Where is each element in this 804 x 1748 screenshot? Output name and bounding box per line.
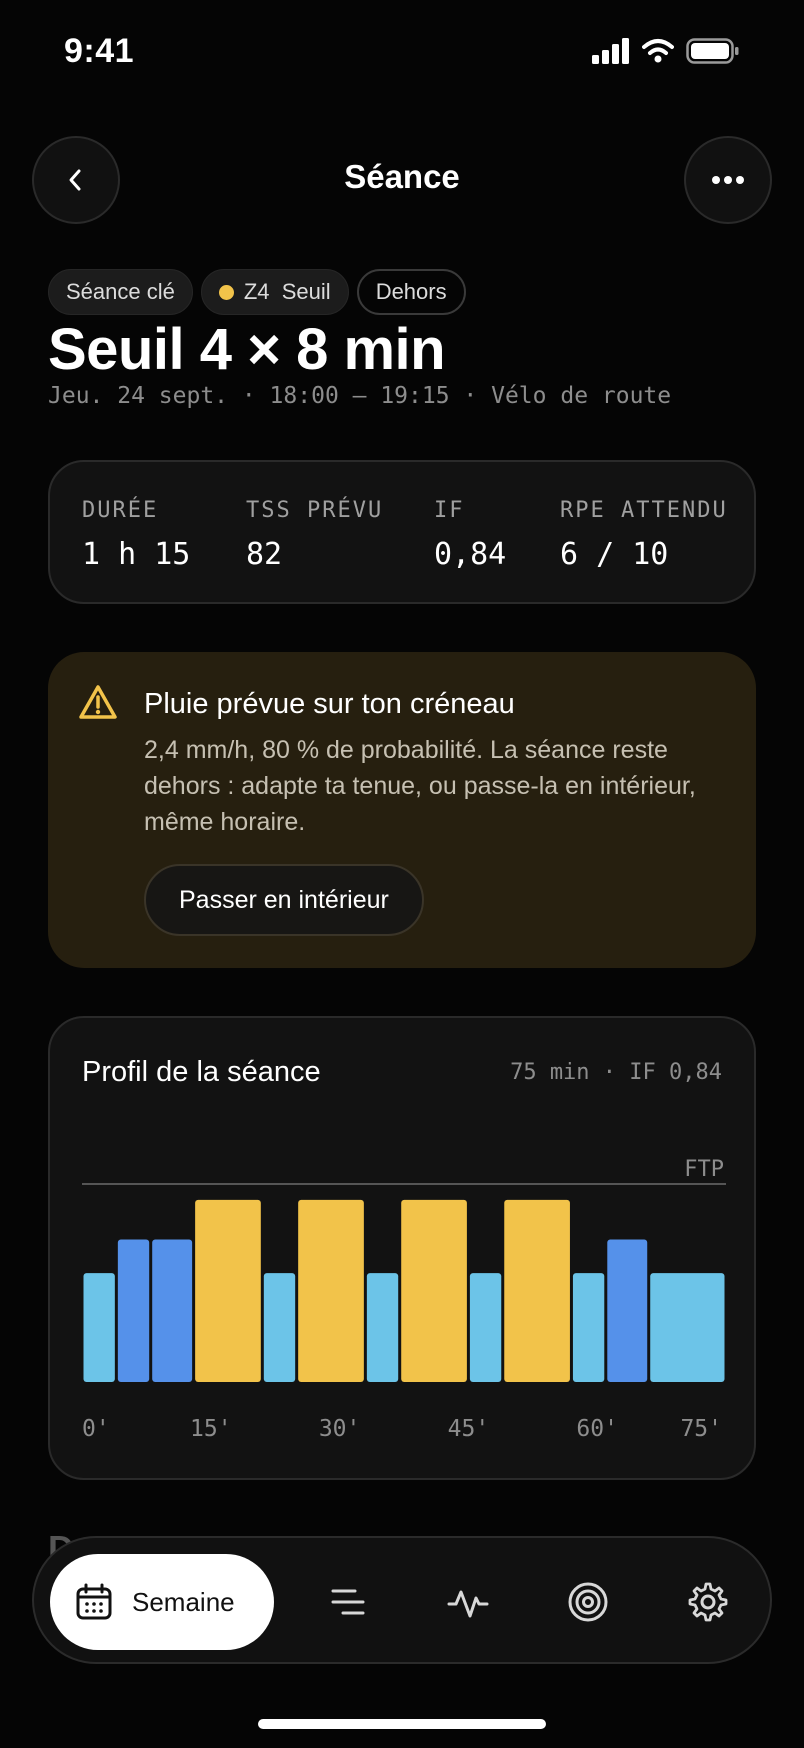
nav-item-goals[interactable] [564, 1578, 612, 1626]
workout-subtitle: Jeu. 24 sept. · 18:00 – 19:15 · Vélo de … [48, 383, 672, 409]
tag-zone: Z4 Seuil [200, 269, 349, 315]
metric-tss: TSS PRÉVU 82 [246, 498, 383, 572]
metric-if: IF 0,84 [434, 498, 506, 572]
more-horizontal-icon [712, 176, 744, 184]
nav-item-settings[interactable] [684, 1578, 732, 1626]
ftp-label: FTP [684, 1157, 724, 1182]
profile-bar-2 [152, 1239, 193, 1382]
profile-chart: FTP 0' 15' 30' 45' 60' 75' [82, 1157, 726, 1442]
status-icons [592, 38, 740, 64]
profile-bar-11 [607, 1239, 648, 1382]
profile-bar-1 [117, 1239, 150, 1382]
nav-item-plan[interactable] [324, 1578, 372, 1626]
tag-label: Dehors [375, 279, 447, 304]
tag-key-session: Séance clé [48, 269, 193, 315]
x-tick-label: 75' [680, 1416, 722, 1442]
session-profile-card: Profil de la séance 75 min · IF 0,84 FTP… [48, 1016, 756, 1480]
weather-alert-card: Pluie prévue sur ton créneau 2,4 mm/h, 8… [48, 652, 756, 968]
more-options-button[interactable] [684, 136, 772, 224]
nav-active-label: Semaine [132, 1586, 235, 1617]
tag-label: Séance clé [66, 279, 175, 304]
move-indoor-button[interactable]: Passer en intérieur [144, 864, 424, 936]
profile-bar-6 [366, 1273, 399, 1382]
metric-label: TSS PRÉVU [246, 498, 384, 523]
metric-duration: DURÉE 1 h 15 [82, 498, 190, 572]
metric-value: 6 / 10 [560, 537, 669, 572]
nav-item-activity[interactable] [444, 1578, 492, 1626]
metric-rpe: RPE ATTENDU 6 / 10 [560, 498, 728, 572]
profile-bar-12 [650, 1273, 725, 1382]
nav-item-week[interactable]: Semaine [50, 1554, 274, 1650]
tag-list: Séance clé Z4 Seuil Dehors [48, 269, 466, 315]
tag-outdoor: Dehors [356, 269, 466, 315]
zone-dot-icon [218, 284, 234, 300]
metric-label: IF [434, 498, 465, 523]
profile-bar-7 [401, 1199, 467, 1382]
target-icon [568, 1582, 608, 1622]
bottom-nav: Semaine [32, 1536, 772, 1664]
profile-bar-3 [195, 1199, 261, 1382]
alert-title: Pluie prévue sur ton créneau [144, 688, 515, 720]
status-time: 9:41 [64, 32, 135, 70]
profile-bar-9 [504, 1199, 570, 1382]
activity-icon [447, 1590, 489, 1618]
x-tick-label: 15' [190, 1416, 232, 1442]
metric-label: RPE ATTENDU [560, 498, 728, 523]
profile-bar-4 [263, 1273, 296, 1382]
gear-icon [688, 1582, 728, 1622]
metrics-card: DURÉE 1 h 15 TSS PRÉVU 82 IF 0,84 RPE AT… [48, 460, 756, 604]
profile-bar-8 [469, 1273, 502, 1382]
profile-bar-5 [298, 1199, 364, 1382]
alert-text: 2,4 mm/h, 80 % de probabilité. La séance… [144, 736, 696, 836]
signal-icon [592, 38, 629, 64]
metric-label: DURÉE [82, 498, 159, 523]
battery-icon [686, 38, 739, 64]
x-tick-label: 30' [319, 1416, 361, 1442]
wifi-icon [642, 39, 674, 63]
workout-title: Seuil 4 × 8 min [48, 317, 446, 382]
profile-bar-0 [83, 1273, 115, 1382]
list-icon [331, 1589, 365, 1615]
metric-value: 82 [246, 537, 283, 572]
x-tick-label: 0' [82, 1416, 110, 1442]
profile-bar-10 [572, 1273, 605, 1382]
tag-label: Z4 Seuil [243, 279, 331, 304]
calendar-icon [76, 1583, 112, 1620]
metric-value: 0,84 [434, 537, 507, 572]
x-tick-label: 60' [576, 1416, 618, 1442]
warning-icon [79, 685, 117, 719]
home-indicator [258, 1719, 546, 1729]
metric-value: 1 h 15 [82, 537, 191, 572]
status-bar: 9:41 [0, 0, 804, 110]
x-tick-label: 45' [448, 1416, 490, 1442]
